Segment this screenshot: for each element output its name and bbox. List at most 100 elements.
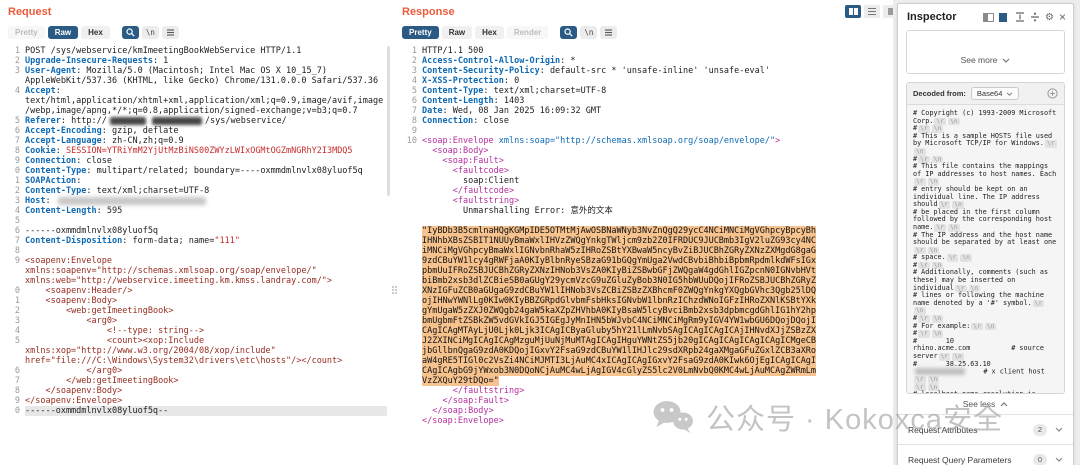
expand-sections-button[interactable] [1030,12,1040,22]
section-request-query-parameters[interactable]: Request Query Parameters 0 [898,444,1073,465]
collapse-all-icon [1015,12,1025,22]
see-more-label: See more [961,55,998,65]
code-line: 1POST /sys/webservice/kmImeetingBookWebS… [8,46,392,56]
code-text: User-Agent [25,66,76,76]
code-text: Content-Security-Policy [422,66,540,76]
decoded-text[interactable]: # Copyright (c) 1993-2009 Microsoft Corp… [907,105,1064,393]
code-text: X-XSS-Protection [422,76,504,86]
code-line: 0 <soapenv:Header/> [8,286,392,296]
code-text: Access-Control-Allow-Origin [422,56,560,66]
chevron-down-icon [1006,92,1013,96]
decoded-line: # localhost name resolution is handled w… [913,391,1058,393]
inspector-header: Inspector ⚙ × [898,4,1073,28]
code-line: 6Accept-Encoding: gzip, deflate [8,126,392,136]
response-editor[interactable]: 1HTTP/1.1 5002 Access-Control-Allow-Origi… [402,46,894,426]
response-panel-title: Response [402,6,894,18]
code-text: SESSION=YTRiYmM2YjUtMzBiNS00ZWYzLWIxOGMt… [66,146,353,156]
decoded-section-header: Decoded from: Base64 [907,83,1064,105]
columns-icon [849,8,853,15]
tab-response-raw[interactable]: Raw [442,26,472,39]
line-number: 3 [8,66,20,86]
code-line: 5Referer: http:///sys/webservice/ [8,116,392,126]
code-text: </soapenv:Envelope> [25,396,122,406]
tab-request-raw[interactable]: Raw [48,26,78,39]
decoded-line: # lines or following the machine name de… [913,292,1058,315]
code-line: 8 [8,246,392,256]
search-toggle-button[interactable] [122,26,139,39]
collapse-all-button[interactable] [1015,12,1025,22]
decoded-section: Decoded from: Base64 # Copyright (c) 199… [906,82,1065,394]
code-text: : gzip, deflate [102,126,179,136]
line-number: 9 [8,396,20,406]
panel-divider-grip[interactable] [392,286,398,294]
code-text: <count><xop:Include xmlns:xop="http://ww… [25,336,342,366]
see-more-button[interactable]: See more [961,55,1011,65]
line-number: 10 [402,136,417,146]
code-line: 8Connection: close [402,116,894,126]
search-toggle-button[interactable] [560,26,577,39]
code-line: 7 </web:getImeetingBook> [8,376,392,386]
code-line: 7Accept-Language: zh-CN,zh;q=0.9 [8,136,392,146]
line-number: 6 [402,96,417,106]
response-panel: Response Pretty Raw Hex Render \n 1HTTP/… [402,6,894,426]
section-label: Request Attributes [908,425,1033,435]
show-nonprintable-button[interactable]: \n [580,26,597,39]
code-text: </soap:Envelope> [422,416,504,426]
tab-response-pretty[interactable]: Pretty [402,26,439,39]
tab-response-render[interactable]: Render [507,26,549,39]
nonprintable-chip: \r [914,376,926,384]
nonprintable-chip: \r [947,254,959,262]
line-number [402,176,417,186]
code-line: 5 <count><xop:Include xmlns:xop="http://… [8,336,392,366]
nonprintable-chip: \n [928,376,940,384]
inspector-close-button[interactable]: × [1059,13,1066,22]
tab-response-hex[interactable]: Hex [475,26,504,39]
request-scrollbar[interactable] [387,46,390,196]
count-badge: 0 [1033,454,1047,465]
line-number: 1 [8,46,20,56]
decoded-line: # 10rhino.acme.com # source server\r\n [913,338,1058,361]
tab-request-hex[interactable]: Hex [81,26,110,39]
layout-columns-button[interactable] [845,5,861,18]
editor-settings-button[interactable] [600,26,617,39]
tab-request-pretty[interactable]: Pretty [8,26,45,39]
close-icon: × [1059,13,1066,22]
line-number: 2 [402,56,417,66]
section-request-attributes[interactable]: Request Attributes 2 [898,414,1073,444]
line-number: 8 [8,146,20,156]
code-text: # Additionally, comments (such as these)… [913,268,1052,291]
code-line: 1HTTP/1.1 500 [402,46,894,56]
code-text: Content-Length [422,96,494,106]
dock-left-button[interactable] [983,13,994,22]
code-text: : text/html,application/xhtml+xml,applic… [25,86,383,116]
line-number: 6 [8,366,20,376]
request-editor[interactable]: 1POST /sys/webservice/kmImeetingBookWebS… [8,46,392,416]
decoded-from-select[interactable]: Base64 [971,87,1019,100]
code-line: 6 Content-Length: 1403 [402,96,894,106]
line-number: 0 [8,286,20,296]
code-line: 6------oxmmdmlnvlx08yluof5q [8,226,392,236]
code-text: </arg0> [25,366,122,376]
line-number: 8 [8,386,20,396]
inspector-settings-button[interactable]: ⚙ [1045,12,1054,23]
editor-settings-button[interactable] [162,26,179,39]
code-text: : 1403 [494,96,525,106]
code-text: : [45,196,55,206]
code-text: HTTP/1.1 500 [422,46,483,56]
inspector-panel: Inspector ⚙ × See more Decoded from: Bas… [897,3,1074,465]
code-line: 1 <soapenv:Body> [8,296,392,306]
line-number: 9 [8,156,20,166]
line-number [402,156,417,166]
code-line: 1SOAPAction: [8,176,392,186]
section-label: Request Query Parameters [908,455,1033,465]
copy-value-icon[interactable] [1047,88,1058,99]
see-less-button[interactable]: See less [963,399,1009,409]
code-text: # This is a sample HOSTS file used by Mi… [913,132,1056,148]
dock-right-icon [999,13,1010,22]
code-text: # This file contains the mappings of IP … [913,162,1056,178]
code-text: Accept-Encoding [25,126,102,136]
dock-right-button[interactable] [999,13,1010,22]
chevron-up-icon [1000,402,1008,407]
show-nonprintable-button[interactable]: \n [142,26,159,39]
layout-rows-button[interactable] [864,5,880,18]
